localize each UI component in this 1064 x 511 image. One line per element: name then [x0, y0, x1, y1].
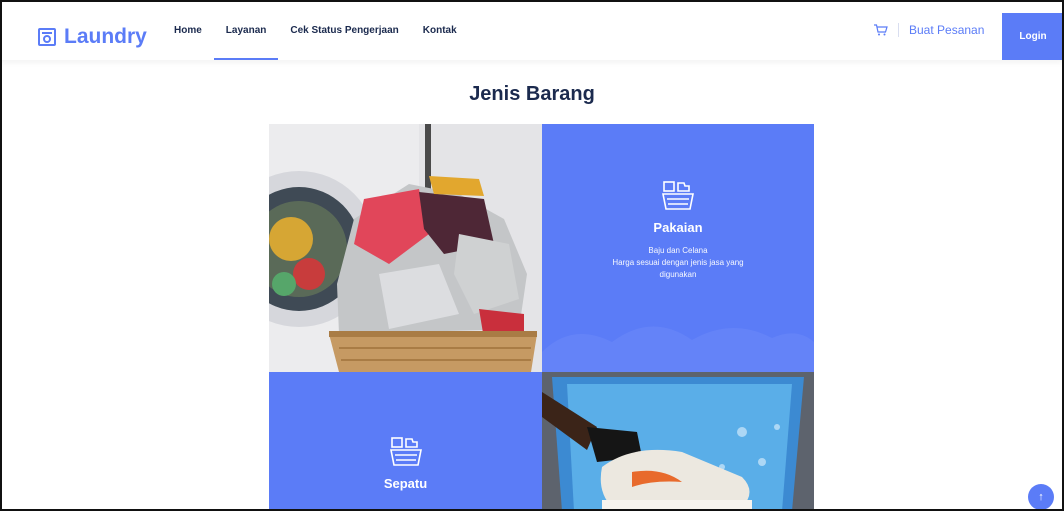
cart-icon [874, 24, 888, 36]
nav-cek-status[interactable]: Cek Status Pengerjaan [278, 0, 410, 60]
login-button[interactable]: Login [1002, 13, 1064, 60]
brand-logo[interactable]: Laundry [38, 25, 147, 49]
laundry-basket-icon [662, 181, 694, 210]
main-menu: Home Layanan Cek Status Pengerjaan Konta… [162, 0, 469, 60]
navbar: Laundry Home Layanan Cek Status Pengerja… [0, 0, 1064, 60]
desc-line: Harga sesuai dengan jenis jasa yang [612, 258, 744, 267]
card-pakaian-desc: Baju dan Celana Harga sesuai dengan jeni… [542, 245, 814, 281]
washing-machine-icon [38, 28, 56, 46]
card-pakaian-title: Pakaian [653, 220, 703, 235]
section-title: Jenis Barang [469, 83, 595, 106]
card-sepatu-content: Sepatu [269, 436, 542, 491]
nav-layanan[interactable]: Layanan [213, 0, 279, 60]
desc-line: Baju dan Celana [648, 246, 708, 255]
nav-kontak[interactable]: Kontak [411, 0, 469, 60]
card-pakaian-content: Pakaian Baju dan Celana Harga sesuai den… [542, 180, 814, 281]
order-link[interactable]: Buat Pesanan [874, 23, 984, 37]
laundry-basket-photo [269, 124, 542, 372]
brand-name: Laundry [64, 25, 147, 48]
divider [898, 23, 899, 37]
card-pakaian[interactable]: Pakaian Baju dan Celana Harga sesuai den… [542, 124, 814, 372]
scroll-to-top-button[interactable]: ↑ [1028, 484, 1054, 510]
order-label: Buat Pesanan [909, 23, 985, 37]
shoe-washing-photo [542, 372, 814, 511]
nav-home[interactable]: Home [162, 0, 214, 60]
desc-line: digunakan [659, 270, 697, 279]
card-sepatu-title: Sepatu [383, 476, 428, 491]
card-sepatu[interactable]: Sepatu [269, 372, 542, 511]
laundry-basket-icon [389, 437, 422, 466]
